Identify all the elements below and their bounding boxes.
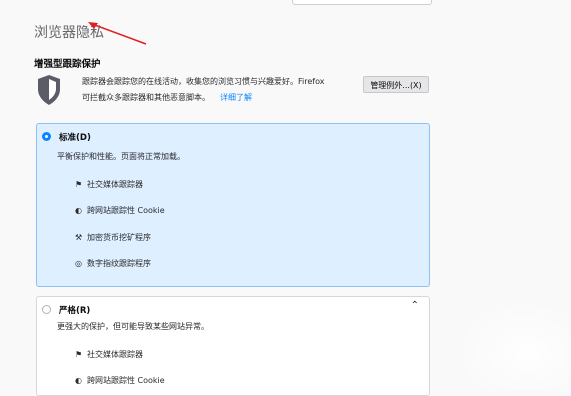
strict-option-card[interactable]: 严格(R) ⌃ 更强大的保护，但可能导致某些网站异常。 ⚑ 社交媒体跟踪器 ◐ 跨网… bbox=[36, 296, 430, 396]
list-item: ◐ 跨网站跟踪性 Cookie bbox=[75, 376, 165, 385]
list-item: ◎ 数字指纹跟踪程序 bbox=[75, 259, 151, 268]
strict-radio[interactable] bbox=[42, 305, 51, 314]
tracking-description: 跟踪器会跟踪您的在线活动，收集您的浏览习惯与兴趣爱好。Firefox 可拦截众多… bbox=[82, 74, 360, 106]
cookie-icon: ◐ bbox=[75, 206, 82, 215]
list-item: ⚒ 加密货币挖矿程序 bbox=[75, 233, 151, 242]
list-item: ⚑ 社交媒体跟踪器 bbox=[75, 350, 143, 359]
standard-description: 平衡保护和性能。页面将正常加载。 bbox=[57, 152, 185, 161]
standard-option-card[interactable]: 标准(D) 平衡保护和性能。页面将正常加载。 ⚑ 社交媒体跟踪器 ◐ 跨网站跟踪性 … bbox=[36, 123, 430, 287]
tracking-protection-heading: 增强型跟踪保护 bbox=[34, 59, 101, 70]
description-line-2: 可拦截众多跟踪器和其他恶意脚本。 bbox=[82, 93, 210, 102]
social-tracker-icon: ⚑ bbox=[75, 180, 83, 189]
cryptominer-icon: ⚒ bbox=[75, 233, 83, 242]
strict-label: 严格(R) bbox=[59, 306, 91, 316]
list-item: ◐ 跨网站跟踪性 Cookie bbox=[75, 206, 165, 215]
social-tracker-icon: ⚑ bbox=[75, 350, 83, 359]
shield-icon bbox=[38, 75, 60, 105]
manage-exceptions-button[interactable]: 管理例外...(X) bbox=[363, 76, 429, 93]
description-line-1: 跟踪器会跟踪您的在线活动，收集您的浏览习惯与兴趣爱好。Firefox bbox=[82, 77, 325, 86]
chevron-up-icon[interactable]: ⌃ bbox=[411, 300, 419, 311]
learn-more-link[interactable]: 详细了解 bbox=[220, 93, 252, 102]
standard-radio[interactable] bbox=[42, 132, 51, 141]
watermark-glare bbox=[455, 300, 571, 390]
search-box[interactable] bbox=[292, 0, 432, 5]
list-item: ⚑ 社交媒体跟踪器 bbox=[75, 180, 143, 189]
annotation-arrow bbox=[88, 22, 147, 45]
strict-description: 更强大的保护，但可能导致某些网站异常。 bbox=[57, 322, 209, 331]
standard-label: 标准(D) bbox=[59, 133, 91, 143]
fingerprint-icon: ◎ bbox=[75, 259, 82, 268]
cookie-icon: ◐ bbox=[75, 376, 82, 385]
